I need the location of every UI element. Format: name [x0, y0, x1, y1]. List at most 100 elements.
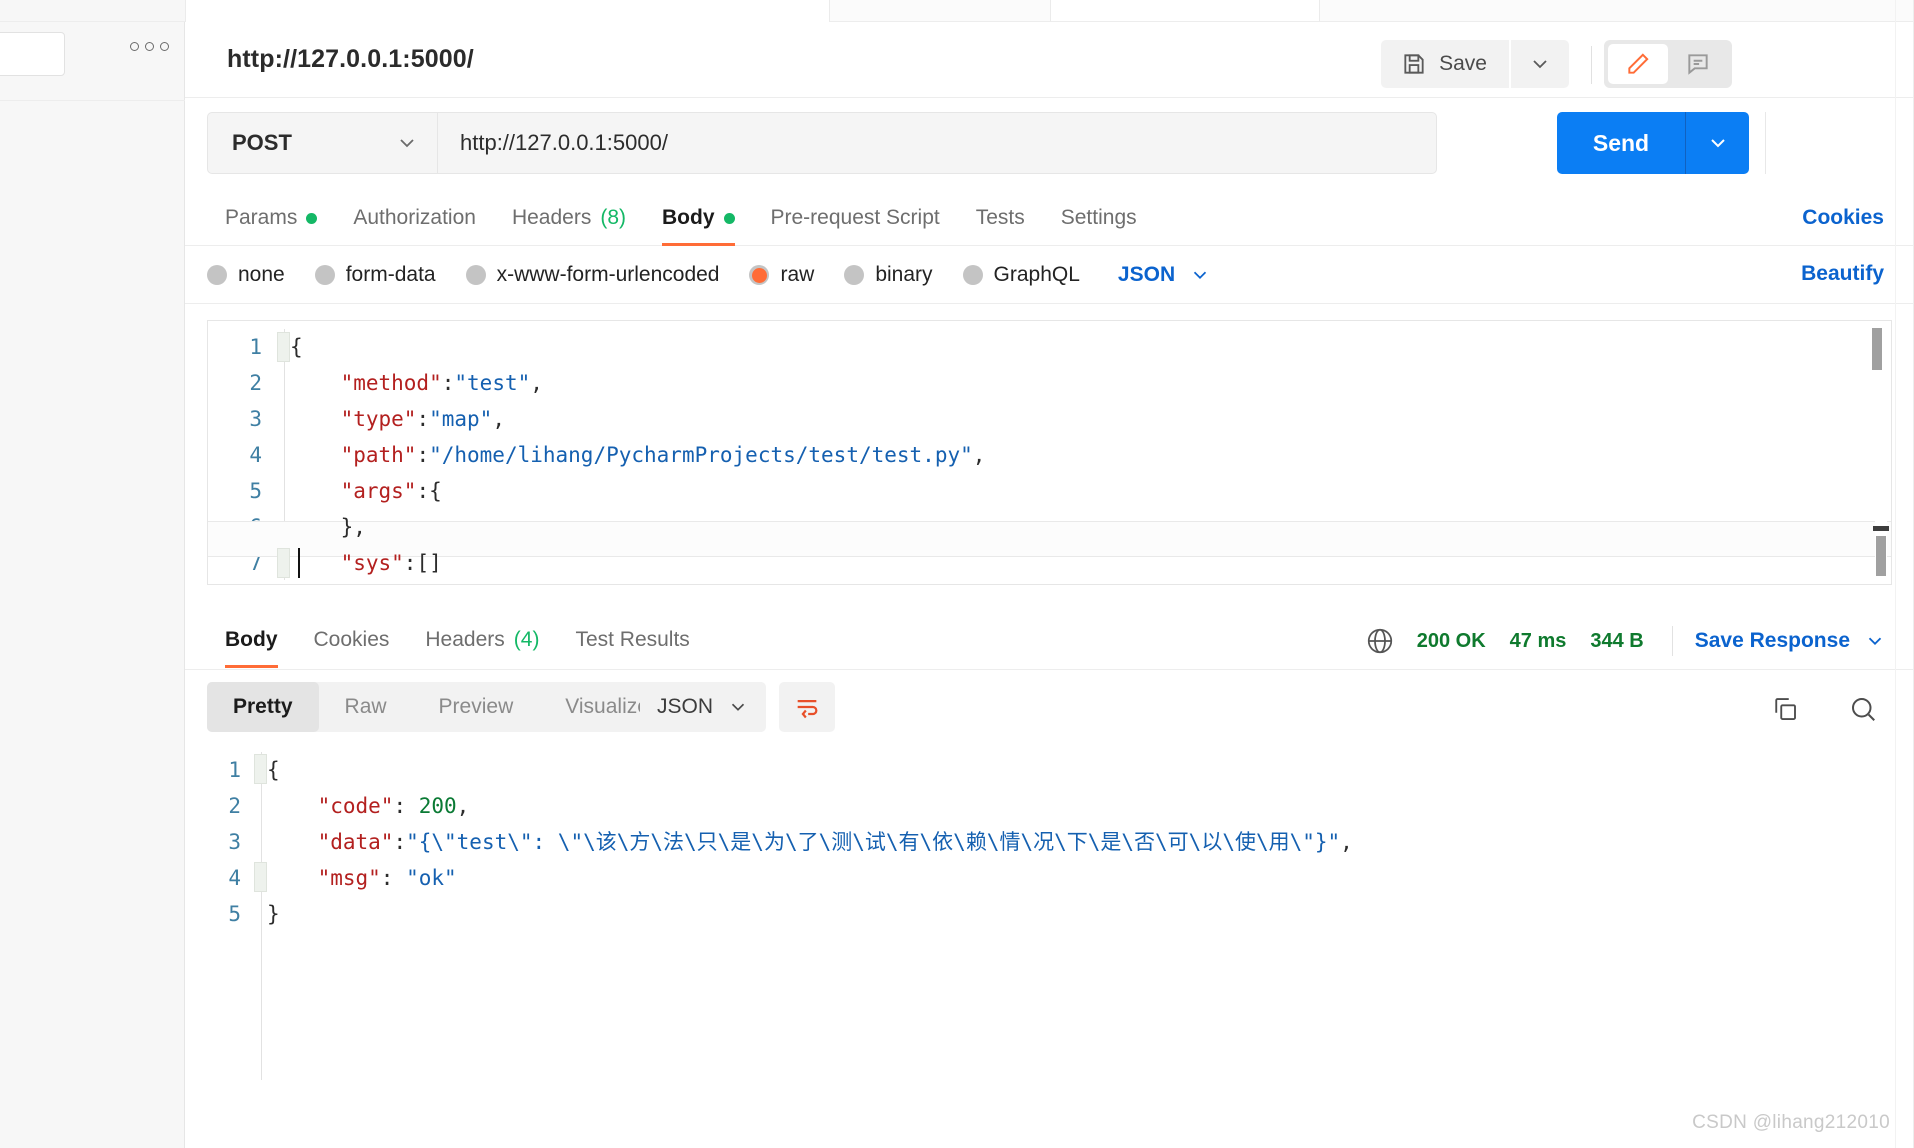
request-tab-tests[interactable]: Tests [958, 190, 1043, 246]
radio-icon[interactable] [465, 265, 486, 285]
code-token: , [492, 407, 505, 431]
dot-3 [160, 42, 169, 51]
request-format-select[interactable]: JSON [1118, 263, 1211, 287]
three-dots-icon[interactable] [130, 42, 169, 51]
tab-label: Body [662, 206, 715, 229]
http-method-select[interactable]: POST [207, 112, 437, 174]
beautify-button[interactable]: Beautify [1801, 262, 1884, 286]
cookies-link[interactable]: Cookies [1802, 206, 1884, 230]
code-token: : [393, 830, 407, 854]
body-type-form-data[interactable]: form-data [314, 263, 436, 287]
code-token: "data" [317, 830, 394, 854]
response-view-segments: Pretty Raw Preview Visualize [207, 682, 675, 732]
word-wrap-button[interactable] [779, 682, 835, 732]
code-token: "/home/lihang/PycharmProjects/test/test.… [429, 443, 973, 467]
save-options-button[interactable] [1511, 40, 1569, 88]
request-tab-body[interactable]: Body [644, 190, 753, 246]
code-token: , [1340, 830, 1353, 854]
line-number: 5 [228, 902, 241, 926]
sidebar-search-box[interactable] [0, 32, 65, 76]
code-token: :[] [403, 551, 442, 575]
code-token: :{ [416, 479, 442, 503]
url-input[interactable] [460, 130, 1414, 156]
request-tab-pre-request-script[interactable]: Pre-request Script [753, 190, 958, 246]
edit-mode-button[interactable] [1608, 44, 1668, 84]
body-type-raw[interactable]: raw [749, 263, 814, 287]
tab-ghost-active[interactable] [185, 0, 830, 22]
code-token: "ok" [406, 866, 457, 890]
response-view-pretty[interactable]: Pretty [207, 682, 319, 732]
radio-icon[interactable] [314, 265, 335, 285]
line-number: 2 [228, 794, 241, 818]
response-tab-test-results[interactable]: Test Results [557, 612, 707, 668]
code-token: 200 [418, 794, 457, 818]
code-line: "method":"test", [290, 365, 1861, 401]
tab-label: Cookies [313, 628, 390, 651]
tab-label: Headers [511, 206, 592, 229]
tab-label: Body [225, 628, 278, 651]
request-tab-settings[interactable]: Settings [1043, 190, 1155, 246]
radio-icon[interactable] [207, 265, 227, 285]
url-input-wrapper[interactable] [437, 112, 1437, 174]
tab-count: (8) [600, 206, 626, 229]
response-tab-headers[interactable]: Headers (4) [407, 612, 557, 668]
radio-icon[interactable] [962, 265, 983, 285]
response-view-raw[interactable]: Raw [319, 682, 413, 732]
panel-right-edge-inner [1895, 0, 1896, 1148]
globe-icon [1365, 626, 1395, 656]
copy-icon[interactable] [1770, 694, 1800, 724]
save-response-button[interactable]: Save Response [1695, 629, 1886, 653]
line-number: 2 [249, 371, 262, 395]
radio-icon[interactable] [749, 265, 770, 285]
watermark: CSDN @lihang212010 [1692, 1112, 1890, 1133]
radio-icon[interactable] [844, 265, 865, 285]
line-number: 3 [228, 830, 241, 854]
code-line: "data":"{\"test\": \"\该\方\法\只\是\为\了\测\试\… [267, 824, 1884, 860]
request-tab-headers[interactable]: Headers (8) [494, 190, 644, 246]
response-tab-body[interactable]: Body [207, 612, 296, 668]
code-token: "args" [340, 479, 417, 503]
send-button[interactable]: Send [1557, 112, 1685, 174]
request-tab-authorization[interactable]: Authorization [335, 190, 494, 246]
fold-marker-open[interactable] [277, 332, 290, 362]
url-bar: POST Send [185, 98, 1914, 190]
line-number: 4 [228, 866, 241, 890]
code-line: { [267, 752, 1884, 788]
body-type-x-www-form-urlencoded[interactable]: x-www-form-urlencoded [465, 263, 719, 287]
body-type-binary[interactable]: binary [844, 263, 933, 287]
request-body-editor[interactable]: 12345678 { "method":"test", "type":"map"… [207, 320, 1892, 585]
body-type-label: raw [780, 263, 815, 286]
response-tab-cookies[interactable]: Cookies [296, 612, 408, 668]
response-format-select[interactable]: JSON [640, 682, 766, 732]
body-type-options: none form-data x-www-form-urlencoded raw bin… [207, 246, 1211, 304]
request-code[interactable]: { "method":"test", "type":"map", "path":… [290, 329, 1861, 584]
response-view-preview[interactable]: Preview [413, 682, 540, 732]
body-type-none[interactable]: none [207, 263, 285, 287]
search-icon[interactable] [1848, 694, 1878, 724]
tab-ghost-inactive[interactable] [1050, 0, 1320, 22]
request-scroll-thumb-2[interactable] [1876, 536, 1886, 576]
save-button[interactable]: Save [1381, 40, 1509, 88]
response-body-viewer[interactable]: 12345 { "code": 200, "data":"{\"test\": … [207, 744, 1914, 1084]
page-title: http://127.0.0.1:5000/ [227, 45, 474, 73]
body-type-label: binary [875, 263, 933, 286]
code-token: : [416, 407, 430, 431]
request-scroll-marker [1873, 526, 1889, 531]
line-number: 3 [249, 407, 262, 431]
code-token: { [290, 335, 303, 359]
body-type-GraphQL[interactable]: GraphQL [962, 263, 1080, 287]
toolbar-divider [1591, 46, 1592, 84]
fold-marker-close[interactable] [277, 548, 290, 578]
comment-mode-button[interactable] [1668, 44, 1728, 84]
tab-label: Authorization [353, 206, 476, 229]
response-fold-marker-close[interactable] [254, 862, 267, 892]
request-scrollbar-thumb[interactable] [1872, 328, 1882, 370]
request-tab-params[interactable]: Params [207, 190, 335, 246]
code-token: "method" [340, 371, 442, 395]
send-options-button[interactable] [1685, 112, 1749, 174]
request-workspace: http://127.0.0.1:5000/ Save POST http://… [185, 0, 1914, 1148]
response-fold-marker-open[interactable] [254, 754, 267, 784]
